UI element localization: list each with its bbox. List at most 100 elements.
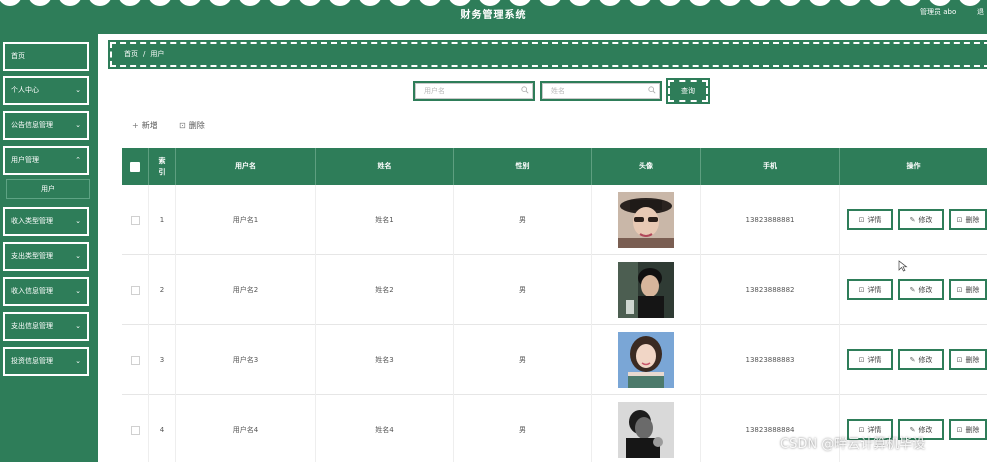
breadcrumb-separator: / [143,50,146,58]
cell-name: 姓名4 [316,395,454,462]
sidebar-item-expense-info[interactable]: 支出信息管理 ⌄ [3,312,89,341]
sidebar-item-user-management[interactable]: 用户管理 ⌃ [3,146,89,175]
chevron-up-icon: ⌃ [75,156,81,164]
detail-button[interactable]: ⊡ 详情 [847,349,893,370]
column-header-gender: 性别 [454,148,592,185]
row-select-cell [122,255,149,325]
cell-username: 用户名1 [176,185,316,255]
search-button[interactable]: 查询 [666,78,710,104]
column-header-index: 索引 [149,148,176,185]
sidebar-item-investment-info[interactable]: 投资信息管理 ⌄ [3,347,89,376]
chevron-down-icon: ⌄ [75,322,81,330]
search-icon [648,86,656,94]
cell-index: 1 [149,185,176,255]
cell-phone: 13823888882 [701,255,840,325]
cell-phone: 13823888881 [701,185,840,255]
breadcrumb: 首页 / 用户 [108,40,987,69]
trash-icon: ⊡ [956,355,963,364]
detail-icon: ⊡ [858,215,865,224]
row-checkbox[interactable] [130,355,140,365]
delete-button[interactable]: ⊡ 删除 [949,349,987,370]
cell-actions: ⊡ 详情 ✎ 修改 ⊡ 删除 [840,325,987,395]
delete-label: 删除 [188,121,205,130]
sidebar-item-announcements[interactable]: 公告信息管理 ⌄ [3,111,89,140]
sidebar-item-personal-center[interactable]: 个人中心 ⌄ [3,76,89,105]
cell-phone: 13823888883 [701,325,840,395]
chevron-down-icon: ⌄ [75,217,81,225]
sidebar-item-expense-types[interactable]: 支出类型管理 ⌄ [3,242,89,271]
edit-icon: ✎ [909,285,916,294]
select-all-checkbox[interactable] [130,161,140,172]
sidebar-item-label: 支出类型管理 [11,252,53,260]
sidebar-item-label: 投资信息管理 [11,357,53,365]
cell-index: 4 [149,395,176,462]
sidebar-item-income-info[interactable]: 收入信息管理 ⌄ [3,277,89,306]
column-header-username: 用户名 [176,148,316,185]
avatar-image [618,402,674,458]
batch-delete-button[interactable]: ⊡ 删除 [179,120,205,131]
table-row: 2 用户名2 姓名2 男 13823888882 ⊡ 详情 ✎ 修改 ⊡ 删除 [122,255,987,325]
detail-icon: ⊡ [858,285,865,294]
cell-username: 用户名4 [176,395,316,462]
column-header-name: 姓名 [316,148,454,185]
cell-actions: ⊡ 详情 ✎ 修改 ⊡ 删除 [840,255,987,325]
sidebar-item-label: 支出信息管理 [11,322,53,330]
cell-gender: 男 [454,395,592,462]
delete-button[interactable]: ⊡ 删除 [949,279,987,300]
detail-label: 详情 [867,355,882,364]
chevron-down-icon: ⌄ [75,252,81,260]
sidebar-item-home[interactable]: 首页 [3,42,89,71]
mouse-cursor-icon [898,260,908,272]
edit-button[interactable]: ✎ 修改 [898,209,944,230]
chevron-down-icon: ⌄ [75,121,81,129]
search-icon [521,86,529,94]
cell-name: 姓名1 [316,185,454,255]
trash-icon: ⊡ [956,215,963,224]
row-checkbox[interactable] [130,215,140,225]
cell-username: 用户名3 [176,325,316,395]
main-content: 首页/用户 查询 +新增 ⊡删除 索引 用户名 姓名 性别 头像 手机 操作 1… [98,34,987,462]
sidebar-item-income-types[interactable]: 收入类型管理 ⌄ [3,207,89,236]
delete-button[interactable]: ⊡ 删除 [949,419,987,440]
column-header-avatar: 头像 [592,148,701,185]
edit-label: 修改 [918,285,933,294]
cell-index: 3 [149,325,176,395]
breadcrumb-home[interactable]: 首页 [124,50,138,58]
current-user-label: 管理员 abo [920,8,957,16]
trash-icon: ⊡ [179,121,186,130]
name-search-box [540,81,662,101]
sidebar-subitem-users[interactable]: 用户 [6,179,90,199]
header-select-all[interactable] [122,148,149,185]
detail-button[interactable]: ⊡ 详情 [847,279,893,300]
detail-button[interactable]: ⊡ 详情 [847,209,893,230]
column-header-phone: 手机 [701,148,840,185]
cell-gender: 男 [454,325,592,395]
detail-label: 详情 [867,215,882,224]
cell-gender: 男 [454,255,592,325]
edit-button[interactable]: ✎ 修改 [898,349,944,370]
edit-icon: ✎ [909,215,916,224]
chevron-down-icon: ⌄ [75,86,81,94]
delete-label: 删除 [965,215,980,224]
cell-actions: ⊡ 详情 ✎ 修改 ⊡ 删除 [840,185,987,255]
row-checkbox[interactable] [130,425,140,435]
sidebar-item-label: 个人中心 [11,86,39,94]
delete-button[interactable]: ⊡ 删除 [949,209,987,230]
username-search-box [413,81,535,101]
sidebar-item-label: 公告信息管理 [11,121,53,129]
cell-avatar [592,325,701,395]
edit-button[interactable]: ✎ 修改 [898,279,944,300]
column-header-actions: 操作 [906,162,921,170]
name-search-input[interactable] [542,83,660,99]
cell-avatar [592,255,701,325]
avatar-image [618,192,674,248]
sidebar: 首页 个人中心 ⌄ 公告信息管理 ⌄ 用户管理 ⌃ 用户 收入类型管理 ⌄ 支出… [0,34,98,462]
add-button[interactable]: + 新增 [132,120,158,131]
app-title: 财务管理系统 [460,10,527,21]
row-select-cell [122,185,149,255]
logout-link[interactable]: 退 [977,7,984,17]
edit-icon: ✎ [909,355,916,364]
row-checkbox[interactable] [130,285,140,295]
username-search-input[interactable] [415,83,533,99]
table-row: 1 用户名1 姓名1 男 13823888881 ⊡ 详情 ✎ 修改 ⊡ 删除 [122,185,987,255]
